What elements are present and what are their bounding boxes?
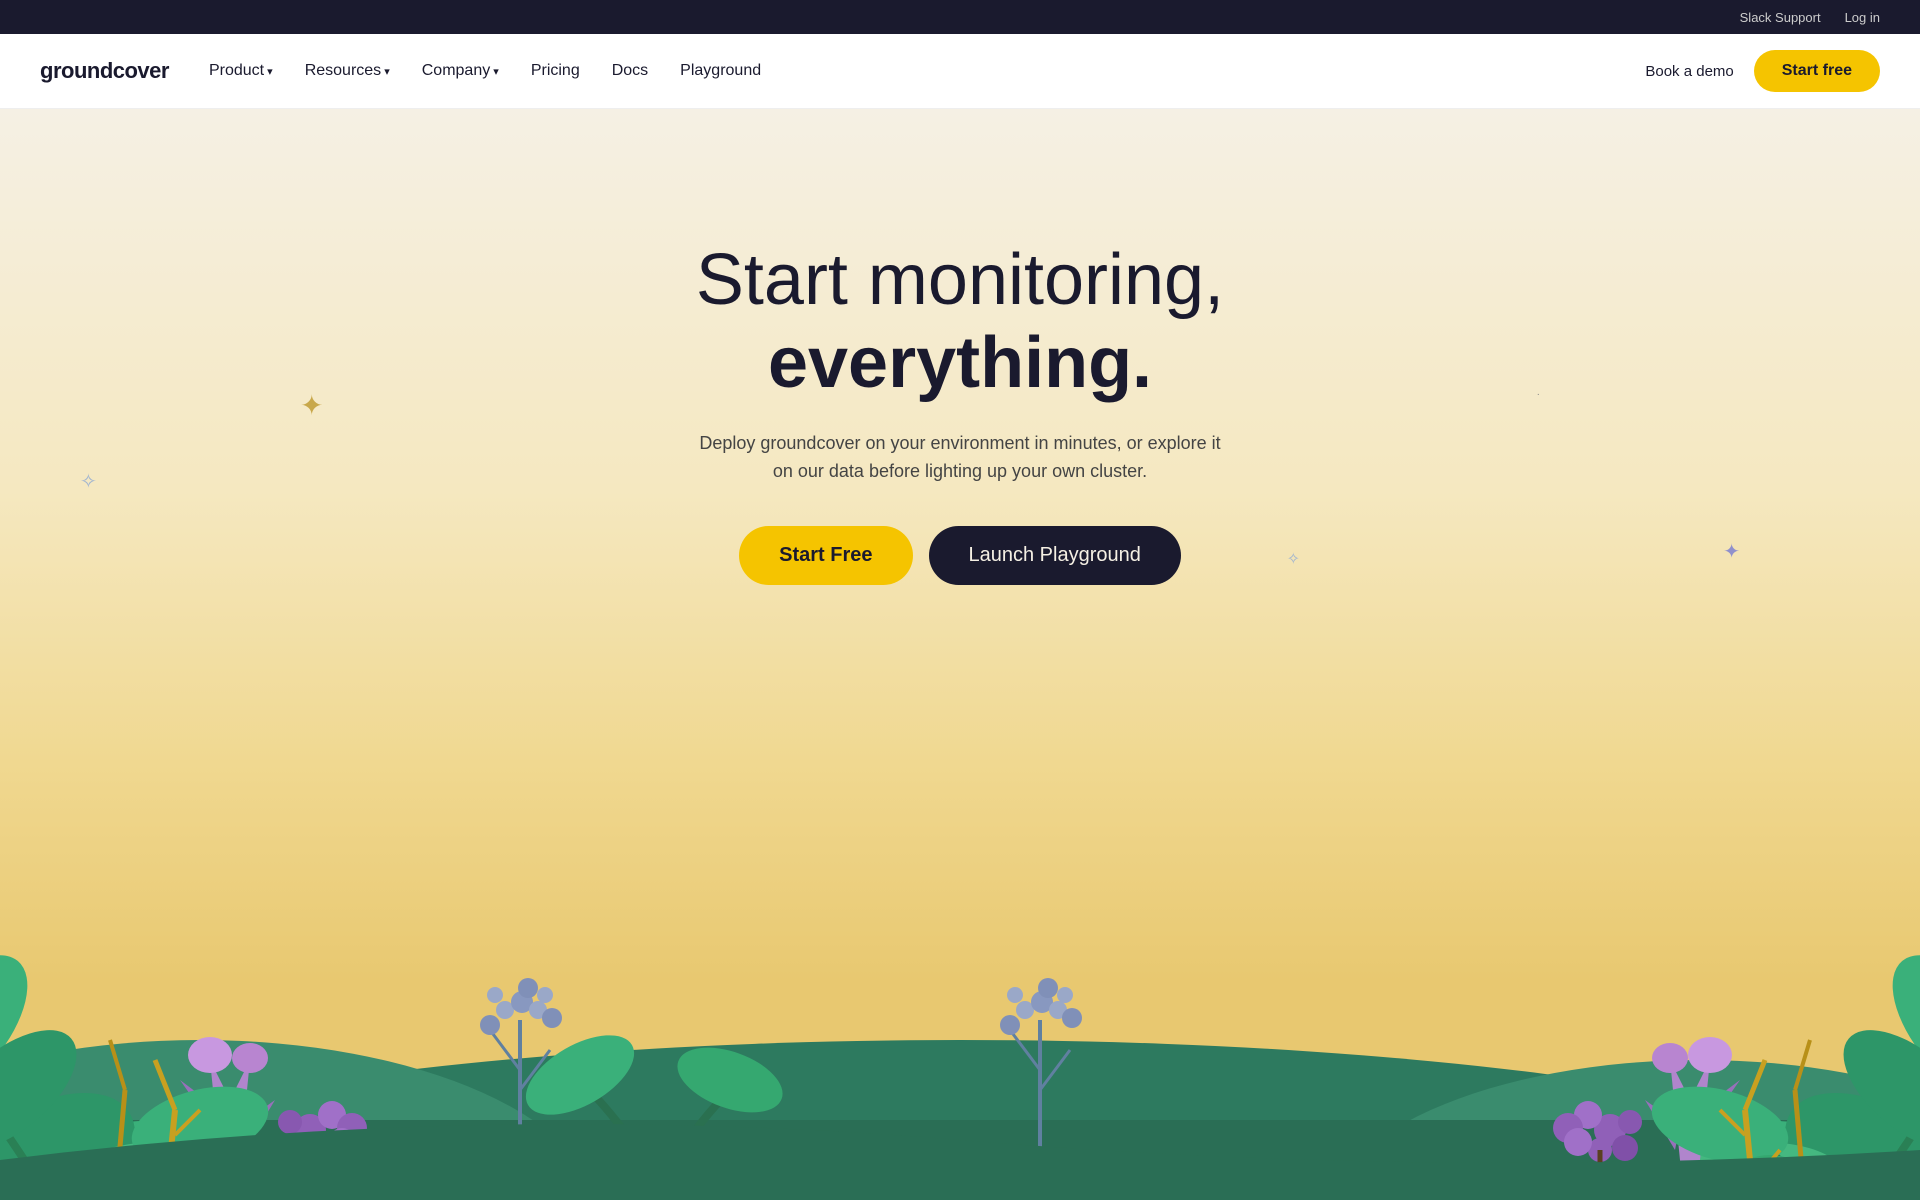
book-demo-link[interactable]: Book a demo [1645,63,1733,80]
start-free-nav-button[interactable]: Start free [1754,50,1880,92]
logo[interactable]: groundcover [40,58,169,84]
hero-title-line2: everything. [768,323,1152,403]
hero-illustration [0,720,1920,1200]
star-decoration-5: · [1537,389,1540,400]
hero-title: Start monitoring, everything. [690,239,1230,405]
star-decoration-4: ✦ [1723,539,1740,564]
star-decoration-3: ✧ [1287,549,1300,569]
nav-company[interactable]: Company [422,62,499,79]
nav-links: Product Resources Company Pricing Docs P… [209,62,761,80]
star-decoration-1: ✦ [300,389,323,422]
nav-docs[interactable]: Docs [612,62,648,79]
hero-section: ✦ ✧ ✧ ✦ · Start monitoring, everything. … [0,109,1920,1200]
hero-buttons: Start Free Launch Playground [690,526,1230,585]
nav-pricing[interactable]: Pricing [531,62,580,79]
nav-left: groundcover Product Resources Company Pr… [40,58,761,84]
nav-right: Book a demo Start free [1645,50,1880,92]
top-bar: Slack Support Log in [0,0,1920,34]
start-free-hero-button[interactable]: Start Free [739,526,912,585]
hero-content: Start monitoring, everything. Deploy gro… [690,109,1230,645]
nav-product[interactable]: Product [209,62,273,79]
nav-resources[interactable]: Resources [305,62,390,79]
star-decoration-2: ✧ [80,469,97,494]
login-link[interactable]: Log in [1845,10,1880,25]
nav-playground[interactable]: Playground [680,62,761,79]
launch-playground-button[interactable]: Launch Playground [929,526,1181,585]
main-nav: groundcover Product Resources Company Pr… [0,34,1920,109]
hero-subtitle: Deploy groundcover on your environment i… [690,429,1230,487]
hero-title-line1: Start monitoring, [696,240,1224,320]
slack-support-link[interactable]: Slack Support [1740,10,1821,25]
